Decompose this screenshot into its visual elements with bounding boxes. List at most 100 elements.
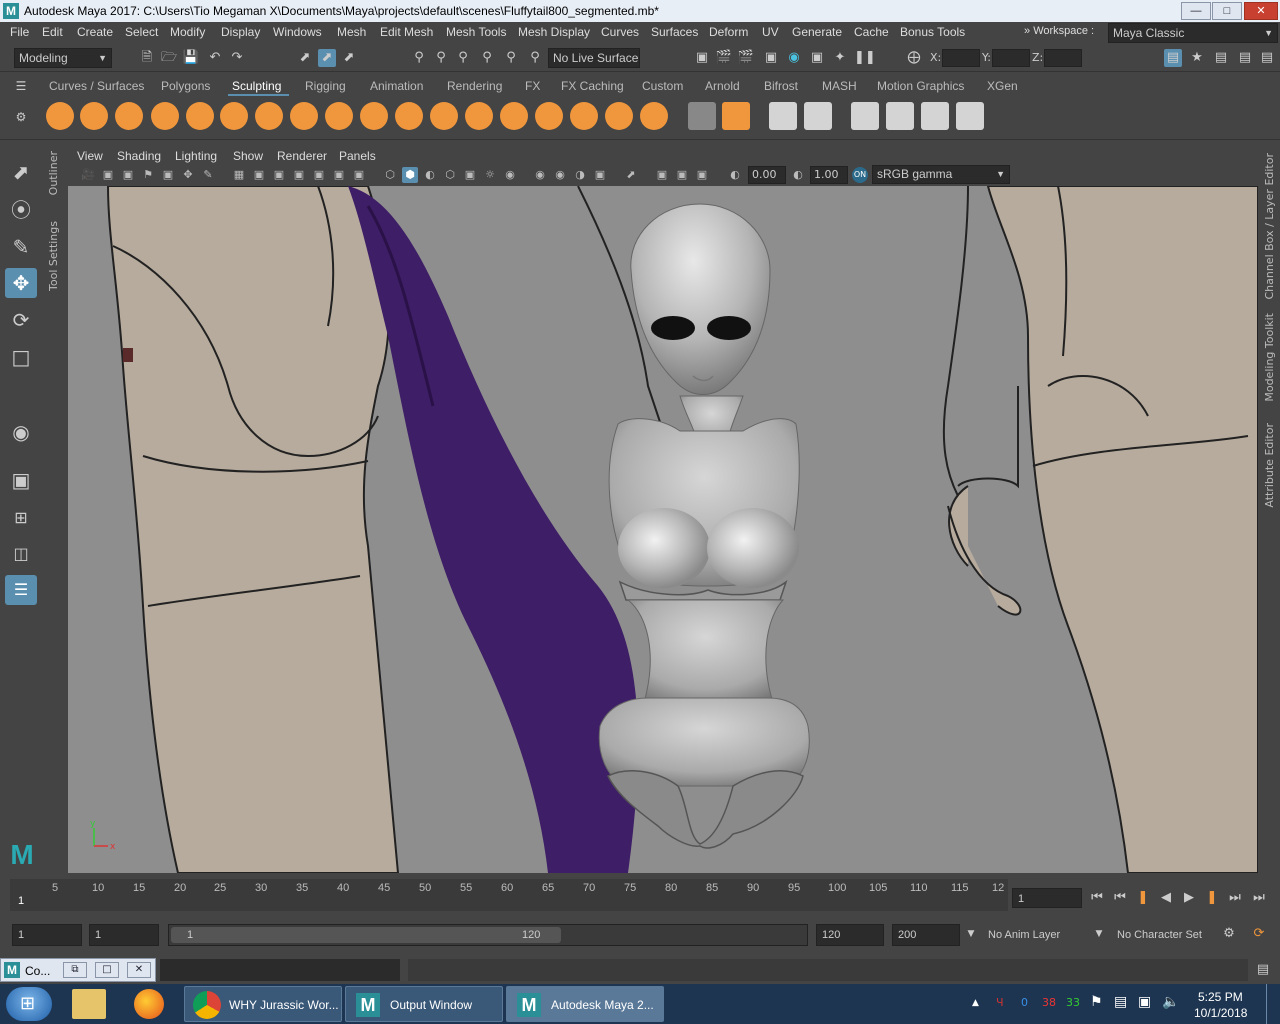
- clock-date[interactable]: 10/1/2018: [1194, 1006, 1247, 1020]
- render-frame-icon[interactable]: 🎬: [715, 49, 733, 67]
- menu-set-dropdown[interactable]: Modeling ▼: [14, 48, 112, 68]
- tab-curves-surfaces[interactable]: Curves / Surfaces: [49, 79, 144, 93]
- pause-render-icon[interactable]: ❚❚: [854, 49, 876, 67]
- current-frame-field[interactable]: 1: [1012, 888, 1082, 908]
- pinch-tool-icon[interactable]: [186, 102, 214, 130]
- last-tool-icon[interactable]: ◉: [5, 417, 37, 447]
- tab-channel-box[interactable]: Channel Box / Layer Editor: [1263, 153, 1276, 300]
- panel-menu-panels[interactable]: Panels: [339, 149, 376, 163]
- panel-menu-show[interactable]: Show: [233, 149, 263, 163]
- show-desktop-button[interactable]: [1266, 984, 1280, 1024]
- mask-tool-icon[interactable]: [851, 102, 879, 130]
- snap-surface-icon[interactable]: ⚲: [502, 49, 520, 67]
- gate-mask-icon[interactable]: ▣: [291, 167, 307, 183]
- amplify-tool-icon[interactable]: [605, 102, 633, 130]
- select-hierarchy-icon[interactable]: ⬈: [296, 49, 314, 67]
- task-chrome[interactable]: WHY Jurassic Wor...: [184, 986, 342, 1022]
- panel-menu-lighting[interactable]: Lighting: [175, 149, 217, 163]
- menu-mesh-display[interactable]: Mesh Display: [518, 25, 590, 39]
- snap-point-icon[interactable]: ⚲: [454, 49, 472, 67]
- convert-freeze-icon[interactable]: [688, 102, 716, 130]
- script-editor-icon[interactable]: ▤: [1254, 961, 1272, 979]
- select-object-icon[interactable]: ⬈: [318, 49, 336, 67]
- camera-icon[interactable]: 🎥: [80, 167, 96, 183]
- menu-modify[interactable]: Modify: [170, 25, 205, 39]
- use-lights-icon[interactable]: ☼: [482, 167, 498, 183]
- playback-end-field[interactable]: 120: [816, 924, 884, 946]
- menu-bonus-tools[interactable]: Bonus Tools: [900, 25, 965, 39]
- tab-animation[interactable]: Animation: [370, 79, 423, 93]
- wireframe-icon[interactable]: ⬡: [382, 167, 398, 183]
- go-to-end-icon[interactable]: ⏭: [1250, 889, 1268, 907]
- render-setup-icon[interactable]: ▣: [808, 49, 826, 67]
- tab-outliner[interactable]: Outliner: [47, 151, 60, 195]
- step-back-key-icon[interactable]: ⏮: [1111, 889, 1129, 907]
- smear-tool-icon[interactable]: [535, 102, 563, 130]
- select-component-icon[interactable]: ⬈: [340, 49, 358, 67]
- transform-mode-icon[interactable]: ⨁: [905, 49, 923, 67]
- menu-surfaces[interactable]: Surfaces: [651, 25, 698, 39]
- maximize-icon[interactable]: □: [95, 962, 119, 978]
- y-field[interactable]: [992, 49, 1030, 67]
- redo-icon[interactable]: ↷: [228, 49, 246, 67]
- workspace-dropdown[interactable]: Maya Classic ▼: [1108, 23, 1278, 43]
- gamma-field[interactable]: 1.00: [810, 166, 848, 184]
- select-tool-icon[interactable]: ⬈: [5, 157, 37, 187]
- snap-curve-icon[interactable]: ⚲: [432, 49, 450, 67]
- tab-rigging[interactable]: Rigging: [305, 79, 346, 93]
- close-icon[interactable]: ✕: [127, 962, 151, 978]
- animation-preferences-icon[interactable]: ⟳: [1250, 925, 1268, 943]
- lasso-tool-icon[interactable]: ⦿: [5, 195, 37, 225]
- panel-menu-view[interactable]: View: [77, 149, 103, 163]
- minimize-button[interactable]: —: [1181, 2, 1211, 20]
- depth-of-field-icon[interactable]: ▣: [592, 167, 608, 183]
- modeling-toolkit-icon[interactable]: ▤: [1164, 49, 1182, 67]
- motion-blur-icon[interactable]: ◉: [552, 167, 568, 183]
- field-chart-icon[interactable]: ▣: [311, 167, 327, 183]
- network-icon[interactable]: ▤: [1114, 994, 1127, 1010]
- animation-end-field[interactable]: 200: [892, 924, 960, 946]
- panel-menu-renderer[interactable]: Renderer: [277, 149, 327, 163]
- wax-tool-icon[interactable]: [395, 102, 423, 130]
- tab-mash[interactable]: MASH: [822, 79, 857, 93]
- x-field[interactable]: [942, 49, 980, 67]
- play-forwards-icon[interactable]: ▶: [1180, 889, 1198, 907]
- two-d-pan-icon[interactable]: ✥: [180, 167, 196, 183]
- light-editor-icon[interactable]: ✦: [831, 49, 849, 67]
- menu-generate[interactable]: Generate: [792, 25, 842, 39]
- task-maya[interactable]: M Autodesk Maya 2...: [506, 986, 664, 1022]
- command-input[interactable]: [160, 959, 400, 981]
- unmask-tool-icon[interactable]: [886, 102, 914, 130]
- isolate-select-icon[interactable]: ⬈: [623, 167, 639, 183]
- wireframe-on-shaded-icon[interactable]: ⬡: [442, 167, 458, 183]
- smooth-shade-icon[interactable]: ⬢: [402, 167, 418, 183]
- four-view-layout-icon[interactable]: ⊞: [5, 503, 37, 533]
- xray-joints-icon[interactable]: ▣: [674, 167, 690, 183]
- scrape-tool-icon[interactable]: [430, 102, 458, 130]
- scale-tool-icon[interactable]: □: [5, 342, 37, 372]
- firefox-icon[interactable]: [134, 989, 164, 1019]
- gamma-icon[interactable]: ◐: [790, 167, 806, 183]
- relax-tool-icon[interactable]: [115, 102, 143, 130]
- exposure-field[interactable]: 0.00: [748, 166, 786, 184]
- tab-rendering[interactable]: Rendering: [447, 79, 502, 93]
- textured-icon[interactable]: ▣: [462, 167, 478, 183]
- exposure-icon[interactable]: ◐: [727, 167, 743, 183]
- menu-cache[interactable]: Cache: [854, 25, 889, 39]
- animation-start-field[interactable]: 1: [12, 924, 82, 946]
- volume-icon[interactable]: 🔈: [1162, 994, 1179, 1010]
- maximize-button[interactable]: □: [1212, 2, 1242, 20]
- snap-grid-icon[interactable]: ⚲: [410, 49, 428, 67]
- viewport[interactable]: x y: [68, 186, 1258, 873]
- tab-arnold[interactable]: Arnold: [705, 79, 740, 93]
- tab-xgen[interactable]: XGen: [987, 79, 1018, 93]
- bookmark-icon[interactable]: ⚑: [140, 167, 156, 183]
- chevron-down-icon[interactable]: ▼: [1090, 925, 1108, 943]
- grab-tool-icon[interactable]: [151, 102, 179, 130]
- range-slider-handle[interactable]: [171, 927, 561, 943]
- attribute-editor-icon[interactable]: ▤: [1212, 49, 1230, 67]
- xray-components-icon[interactable]: ▣: [694, 167, 710, 183]
- shelf-gear-icon[interactable]: ⚙: [12, 108, 30, 126]
- single-layout-icon[interactable]: ▣: [5, 465, 37, 495]
- clock-time[interactable]: 5:25 PM: [1198, 990, 1243, 1004]
